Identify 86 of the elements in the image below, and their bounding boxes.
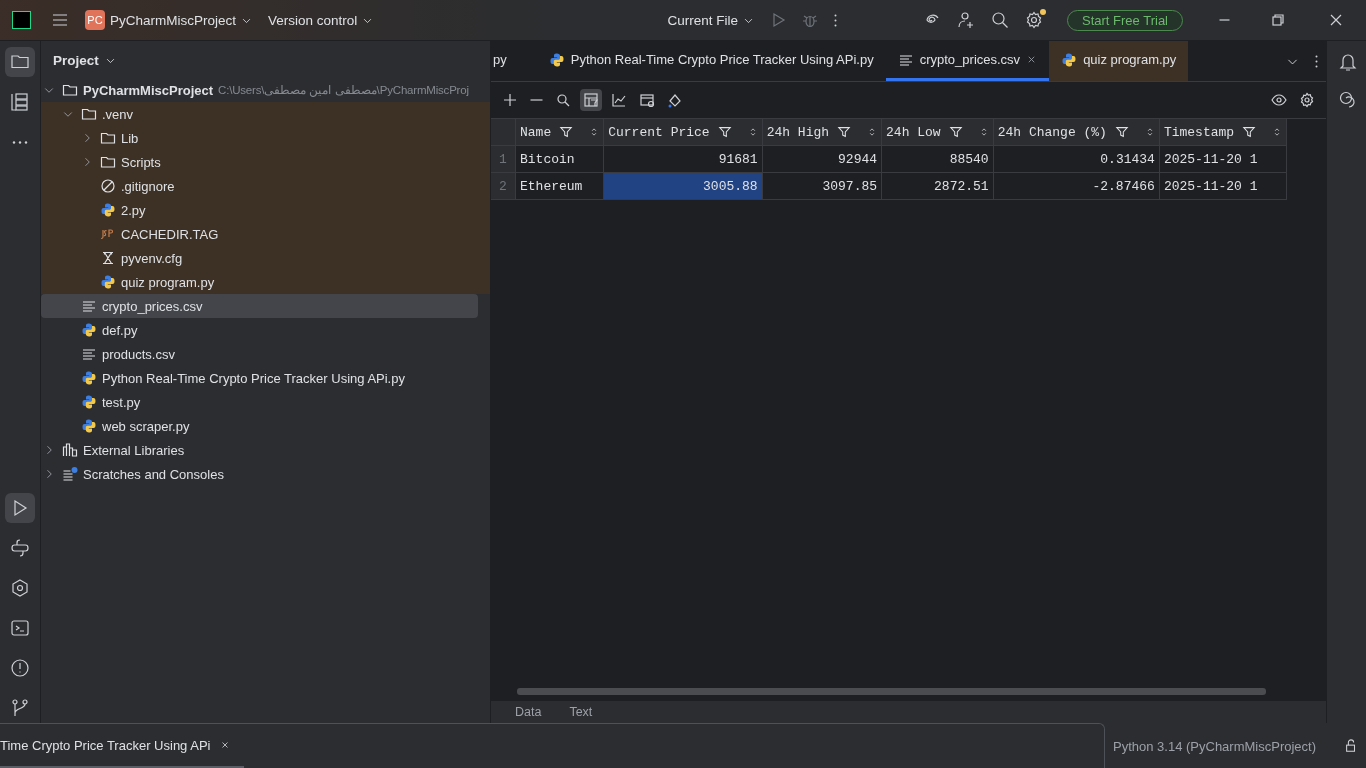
file-name: pyvenv.cfg [121, 250, 183, 266]
start-trial-button[interactable]: Start Free Trial [1067, 9, 1183, 31]
panel-title[interactable]: Project [53, 53, 99, 68]
tree-item[interactable]: pyvenv.cfg [41, 246, 478, 270]
filter-icon [948, 125, 963, 139]
filter-icon [837, 125, 852, 139]
python-icon [100, 202, 116, 218]
editor-tab[interactable]: py [491, 41, 537, 81]
tree-item[interactable]: .venv [41, 102, 478, 126]
horizontal-scrollbar[interactable] [517, 688, 1266, 695]
tree-item[interactable]: .gitignore [41, 174, 478, 198]
file-name: .venv [102, 106, 134, 122]
table-cell[interactable]: Bitcoin [515, 145, 604, 173]
file-name: External Libraries [83, 442, 185, 458]
table-cell[interactable]: 0.31434 [993, 145, 1160, 173]
file-name: crypto_prices.csv [102, 298, 203, 314]
file-name: test.py [102, 394, 141, 410]
tree-item[interactable]: Scratches and Consoles [41, 462, 478, 486]
view-tab[interactable]: Data [515, 705, 542, 719]
tree-item[interactable]: products.csv [41, 342, 478, 366]
python-icon [81, 370, 97, 386]
table-cell[interactable]: Ethereum [515, 172, 604, 200]
run-tab[interactable]: Time Crypto Price Tracker Using APi [0, 724, 245, 768]
table-cell[interactable]: 2025-11-20 1 [1159, 145, 1287, 173]
filter-toggle-icon[interactable] [580, 89, 602, 111]
filter-icon [717, 125, 732, 139]
run-config-selector[interactable]: Current File [659, 8, 763, 32]
file-name: Scratches and Consoles [83, 466, 224, 482]
python-icon [81, 322, 97, 338]
tree-item[interactable]: Lib [41, 126, 478, 150]
file-name: .gitignore [121, 178, 175, 194]
table-cell[interactable]: 91681 [603, 145, 763, 173]
row-number: 2 [491, 172, 516, 200]
file-name: Lib [121, 130, 139, 146]
tree-item[interactable]: Scripts [41, 150, 478, 174]
file-name: web scraper.py [102, 418, 190, 434]
file-name: Scripts [121, 154, 161, 170]
library-icon [62, 442, 78, 458]
tree-item[interactable]: CACHEDIR.TAG [41, 222, 478, 246]
row-number: 1 [491, 145, 516, 173]
table-cell[interactable]: 3097.85 [762, 172, 882, 200]
tool-window-button[interactable] [5, 47, 35, 77]
table-cell[interactable]: 2872.51 [881, 172, 994, 200]
scratches-icon [62, 466, 78, 482]
text-file-icon [81, 298, 97, 314]
text-file-icon [81, 346, 97, 362]
tree-item[interactable]: web scraper.py [41, 414, 478, 438]
python-icon [81, 418, 97, 434]
project-selector[interactable]: PC PyCharmMiscProject [77, 6, 261, 34]
config-file-icon [100, 250, 116, 266]
python-icon [100, 274, 116, 290]
interpreter-status[interactable]: Python 3.14 (PyCharmMiscProject) [1113, 738, 1316, 754]
file-name: 2.py [121, 202, 146, 218]
python-icon [548, 51, 565, 68]
editor-tab[interactable]: Python Real-Time Crypto Price Tracker Using APi.py [536, 41, 886, 81]
jsp-file-icon [100, 226, 116, 242]
filter-icon [559, 125, 574, 139]
tree-item[interactable]: def.py [41, 318, 478, 342]
tree-item[interactable]: External Libraries [41, 438, 478, 462]
view-tab[interactable]: Text [569, 705, 593, 719]
project-path: C:\Users\مصطفى امين مصطفى\PyCharmMiscProj [218, 83, 469, 97]
file-name: quiz program.py [121, 274, 215, 290]
tree-item[interactable]: 2.py [41, 198, 478, 222]
file-name: Python Real-Time Crypto Price Tracker Using APi.py [102, 370, 405, 386]
tree-item[interactable]: test.py [41, 390, 478, 414]
file-name: CACHEDIR.TAG [121, 226, 219, 242]
python-icon [1061, 51, 1078, 68]
table-cell[interactable]: 92944 [762, 145, 882, 173]
file-name: def.py [102, 322, 138, 338]
python-icon [81, 394, 97, 410]
file-name: products.csv [102, 346, 175, 362]
table-cell[interactable]: 2025-11-20 1 [1159, 172, 1287, 200]
tree-item[interactable]: crypto_prices.csv [41, 294, 478, 318]
app-logo-icon [12, 11, 31, 29]
tool-window-button[interactable] [5, 493, 35, 523]
tree-item[interactable]: Python Real-Time Crypto Price Tracker Using APi.py [41, 366, 478, 390]
table-cell[interactable]: 3005.88 [603, 172, 763, 200]
filter-icon [1242, 125, 1257, 139]
table-cell[interactable]: -2.87466 [993, 172, 1160, 200]
filter-icon [1114, 125, 1129, 139]
editor-tab[interactable]: quiz program.py [1049, 41, 1189, 81]
table-cell[interactable]: 88540 [881, 145, 994, 173]
vcs-menu[interactable]: Version control [260, 8, 382, 32]
ignore-file-icon [100, 178, 116, 194]
file-name: PyCharmMiscProject [83, 82, 214, 98]
tree-item[interactable]: quiz program.py [41, 270, 478, 294]
